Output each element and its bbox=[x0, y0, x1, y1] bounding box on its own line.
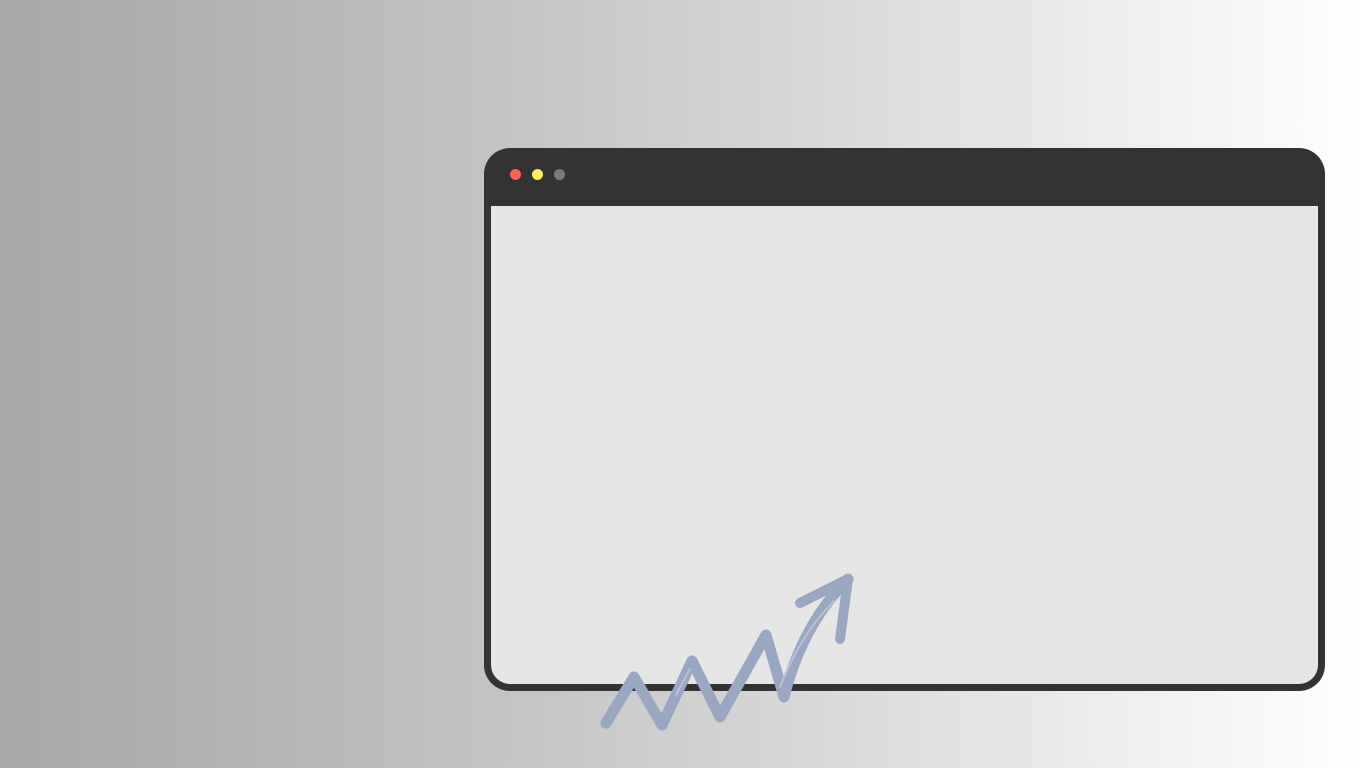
trend-up-arrow-icon bbox=[600, 573, 854, 731]
zoom-window-button[interactable] bbox=[554, 169, 565, 180]
minimize-window-button[interactable] bbox=[532, 169, 543, 180]
window-titlebar[interactable] bbox=[484, 148, 1325, 206]
close-window-button[interactable] bbox=[510, 169, 521, 180]
